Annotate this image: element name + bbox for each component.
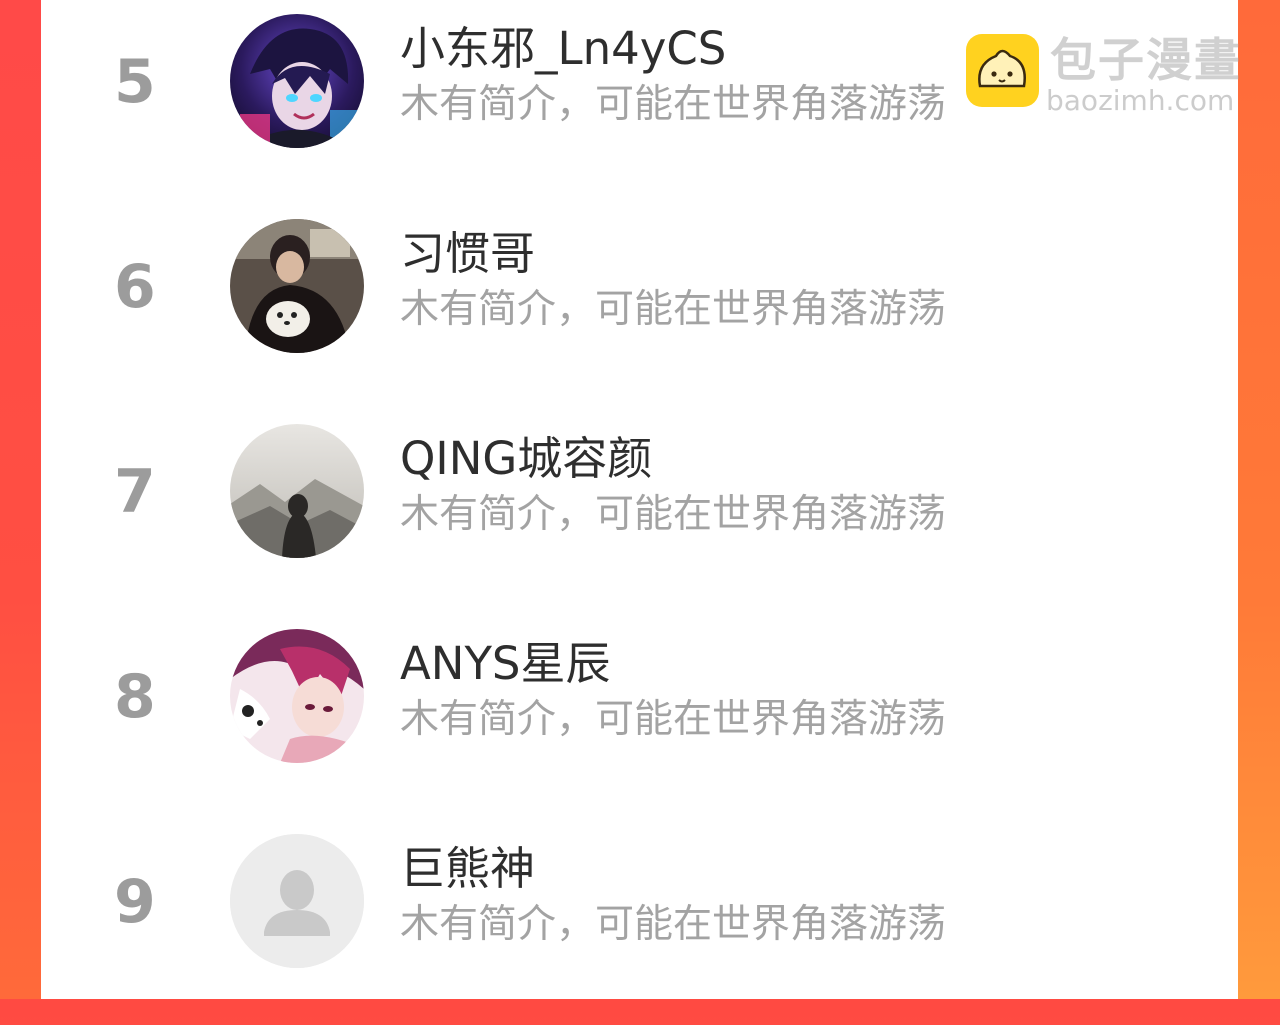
user-intro: 木有简介，可能在世界角落游荡 xyxy=(400,82,947,127)
rank-number: 9 xyxy=(114,867,156,937)
user-name[interactable]: ANYS星辰 xyxy=(400,637,611,691)
watermark-url: baozimh.com xyxy=(1046,84,1235,117)
rank-number: 6 xyxy=(114,252,156,322)
left-border-decoration xyxy=(0,0,41,999)
ranking-list: 5 小东邪_Ln4yCS 木有简介，可能在世界角落游荡 6 习惯哥 木有简介，可… xyxy=(41,0,1238,999)
user-intro: 木有简介，可能在世界角落游荡 xyxy=(400,902,947,947)
rank-number: 5 xyxy=(114,47,156,117)
anime-avatar-pink-icon xyxy=(230,629,364,763)
avatar[interactable] xyxy=(230,14,364,148)
user-name[interactable]: 巨熊神 xyxy=(400,842,535,896)
user-intro: 木有简介，可能在世界角落游荡 xyxy=(400,492,947,537)
rank-number: 8 xyxy=(114,662,156,732)
user-name[interactable]: 习惯哥 xyxy=(400,227,535,281)
user-intro: 木有简介，可能在世界角落游荡 xyxy=(400,287,947,332)
avatar[interactable] xyxy=(230,219,364,353)
right-border-decoration xyxy=(1238,0,1280,999)
photo-avatar-person-with-dog-icon xyxy=(230,219,364,353)
list-item[interactable]: 9 巨熊神 木有简介，可能在世界角落游荡 xyxy=(41,820,1238,1025)
rank-number: 7 xyxy=(114,457,156,527)
user-name[interactable]: QING城容颜 xyxy=(400,432,652,486)
photo-avatar-mountain-silhouette-icon xyxy=(230,424,364,558)
user-intro: 木有简介，可能在世界角落游荡 xyxy=(400,697,947,742)
default-user-icon xyxy=(230,834,364,968)
avatar[interactable] xyxy=(230,424,364,558)
avatar[interactable] xyxy=(230,629,364,763)
site-watermark: 包子漫畫 baozimh.com xyxy=(966,33,1256,120)
list-item[interactable]: 7 QING城容颜 木有简介，可能在世界角落游荡 xyxy=(41,410,1238,615)
watermark-title: 包子漫畫 xyxy=(1050,33,1242,87)
list-item[interactable]: 6 习惯哥 木有简介，可能在世界角落游荡 xyxy=(41,205,1238,410)
list-item[interactable]: 8 ANYS星辰 木有简介，可能在世界角落游荡 xyxy=(41,615,1238,820)
user-name[interactable]: 小东邪_Ln4yCS xyxy=(400,22,726,76)
anime-avatar-purple-icon xyxy=(230,14,364,148)
avatar[interactable] xyxy=(230,834,364,968)
baozi-bun-icon xyxy=(966,34,1039,107)
